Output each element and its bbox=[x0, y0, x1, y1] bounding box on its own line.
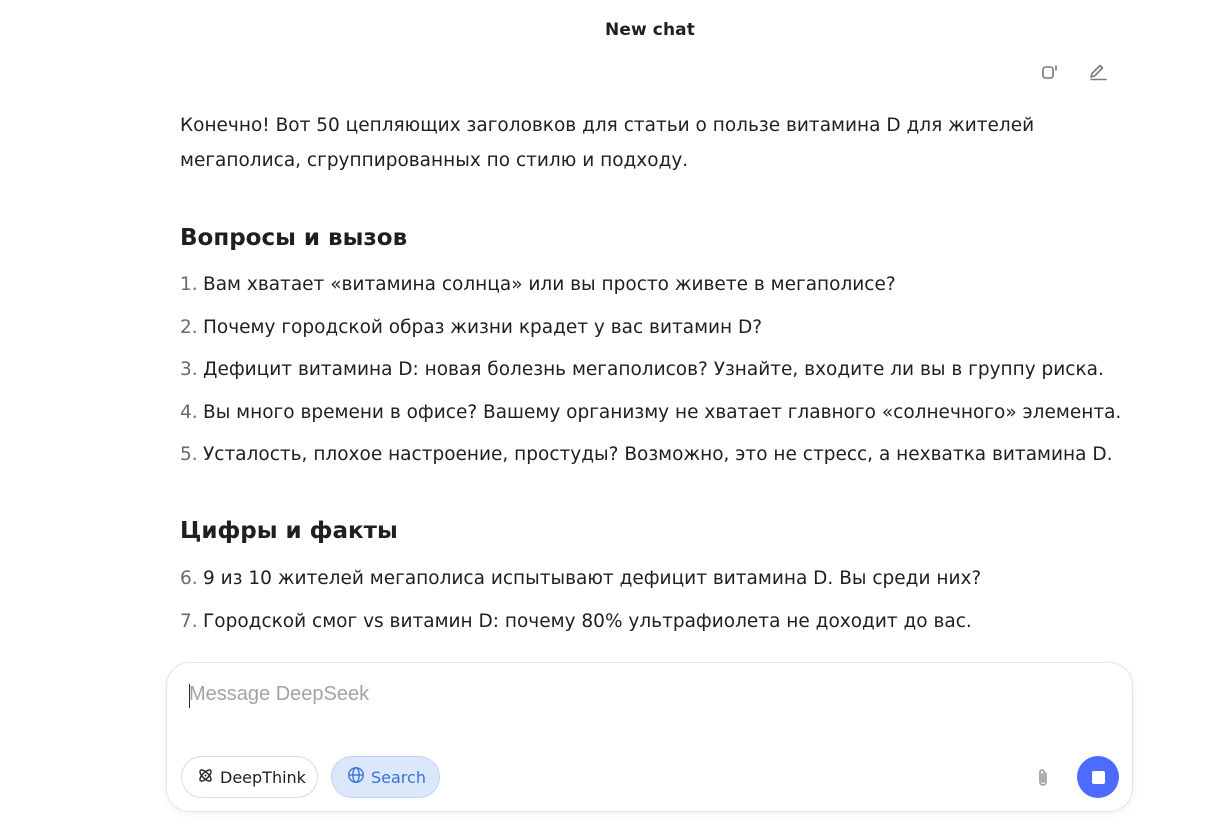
atom-icon bbox=[197, 767, 214, 788]
message-input[interactable] bbox=[189, 683, 1089, 706]
list-number: 3. bbox=[180, 359, 198, 380]
section-title: Цифры и факты bbox=[180, 518, 398, 544]
list-item-text: 9 из 10 жителей мегаполиса испытывают де… bbox=[203, 568, 982, 589]
list-item: 6. 9 из 10 жителей мегаполиса испытывают … bbox=[180, 568, 1140, 590]
list-number: 5. bbox=[180, 444, 198, 465]
search-button[interactable]: Search bbox=[331, 756, 440, 798]
intro-text: Конечно! Вот 50 цепляющих заголовков для… bbox=[180, 115, 1035, 171]
list-item-text: Почему городской образ жизни крадет у ва… bbox=[203, 316, 763, 338]
assistant-message: Конечно! Вот 50 цепляющих заголовков для… bbox=[180, 108, 1140, 653]
list-item: 2. Почему городской образ жизни крадет у … bbox=[180, 317, 1140, 339]
list-item-text: Городской смог vs витамин D: почему 80% … bbox=[203, 610, 972, 632]
headline-list: 1. Вам хватает «витамина солнца» или вы п… bbox=[180, 274, 1140, 466]
copy-icon[interactable] bbox=[1040, 62, 1060, 82]
globe-icon bbox=[347, 766, 365, 788]
list-item-text: Дефицит витамина D: новая болезнь мегапо… bbox=[203, 359, 1104, 380]
search-label: Search bbox=[371, 767, 426, 787]
stop-button[interactable] bbox=[1077, 756, 1119, 798]
list-item: 5. Усталость, плохое настроение, простуды… bbox=[180, 444, 1140, 466]
headline-list: 6. 9 из 10 жителей мегаполиса испытывают … bbox=[180, 568, 1140, 633]
text-cursor bbox=[189, 684, 190, 708]
message-composer: DeepThink Search bbox=[166, 662, 1133, 812]
list-item: 4. Вы много времени в офисе? Вашему орган… bbox=[180, 402, 1140, 424]
list-item-text: Усталость, плохое настроение, простуды? … bbox=[203, 444, 1113, 465]
deepthink-button[interactable]: DeepThink bbox=[181, 756, 318, 798]
chat-title: New chat bbox=[605, 20, 695, 40]
list-item-text: Вам хватает «витамина солнца» или вы про… bbox=[203, 274, 896, 295]
list-number: 1. bbox=[180, 274, 198, 295]
list-item: 3. Дефицит витамина D: новая болезнь мега… bbox=[180, 359, 1140, 381]
list-number: 4. bbox=[180, 401, 198, 423]
chat-page: New chat Конечно! Вот 50 цепляющих загол… bbox=[0, 0, 1207, 829]
paperclip-icon[interactable] bbox=[1033, 767, 1053, 789]
section-title: Вопросы и вызов bbox=[180, 225, 408, 251]
message-actions bbox=[1040, 62, 1108, 82]
list-number: 2. bbox=[180, 316, 198, 338]
stop-icon bbox=[1091, 770, 1105, 784]
list-item: 7. Городской смог vs витамин D: почему 80… bbox=[180, 611, 1140, 633]
list-item-text: Вы много времени в офисе? Вашему организ… bbox=[203, 401, 1122, 423]
list-number: 6. bbox=[180, 568, 198, 589]
edit-icon[interactable] bbox=[1088, 62, 1108, 82]
list-item: 1. Вам хватает «витамина солнца» или вы п… bbox=[180, 274, 1140, 296]
list-number: 7. bbox=[180, 610, 198, 632]
deepthink-label: DeepThink bbox=[220, 767, 306, 787]
